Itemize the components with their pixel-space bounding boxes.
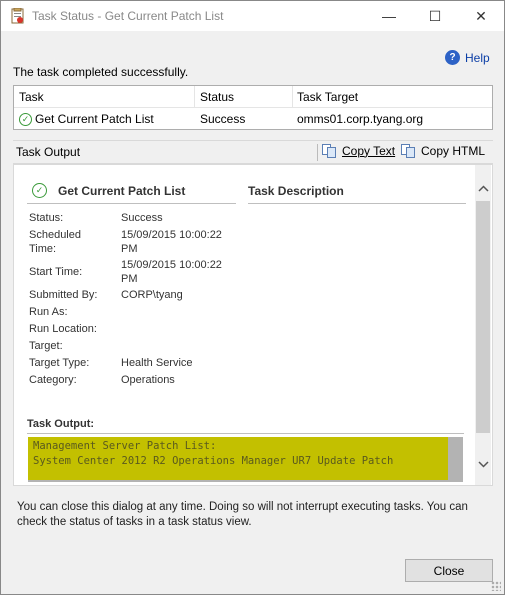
property-value: CORP\tyang [121,289,183,301]
task-description-title: Task Description [248,184,344,198]
property-value: Health Service [121,357,193,369]
help-link[interactable]: ? Help [445,50,490,65]
vertical-scrollbar[interactable] [475,165,491,485]
divider [27,203,236,204]
property-value: 15/09/2015 10:00:22 PM [121,229,222,255]
property-value: Success [121,212,163,224]
divider [27,433,464,434]
column-divider [292,86,293,108]
scroll-down-icon[interactable] [475,455,491,473]
task-details-title: Get Current Patch List [58,184,186,198]
close-button[interactable]: Close [405,559,493,582]
status-message: The task completed successfully. [13,65,189,79]
target-cell: omms01.corp.tyang.org [297,112,424,126]
maximize-button[interactable]: ☐ [413,1,457,31]
output-line: System Center 2012 R2 Operations Manager… [33,455,394,467]
column-header-status[interactable]: Status [200,90,234,104]
resize-grip-icon[interactable] [491,581,501,591]
scroll-up-icon[interactable] [475,179,491,197]
property-label: Start Time: [29,266,83,278]
property-label: Scheduled Time: [29,229,81,255]
app-icon [10,7,26,24]
task-output-toolbar: Task Output Copy Text Copy HTML [13,140,493,164]
title-bar: Task Status - Get Current Patch List — ☐… [1,1,504,31]
help-icon: ? [445,50,460,65]
copy-icon [322,144,337,158]
footer-message: You can close this dialog at any time. D… [17,501,468,528]
property-label: Run Location: [29,323,97,335]
task-output-section-title: Task Output: [27,418,95,430]
output-line: Management Server Patch List: [33,440,217,452]
property-value: 15/09/2015 10:00:22 PM [121,259,222,285]
toolbar-separator [317,144,318,161]
help-label: Help [465,50,490,65]
copy-html-label: Copy HTML [421,144,486,158]
minimize-button[interactable]: — [367,1,411,31]
task-list-header: Task Status Task Target [14,86,492,108]
copy-text-label: Copy Text [342,144,396,158]
copy-icon [401,144,416,158]
property-label: Submitted By: [29,289,98,301]
column-divider [194,86,195,108]
column-header-task[interactable]: Task [19,90,44,104]
task-output-label: Task Output [16,145,81,159]
task-name-cell: Get Current Patch List [35,112,154,126]
task-details-pane: ✓ Get Current Patch List Task Descriptio… [13,164,493,486]
copy-html-button[interactable]: Copy HTML [401,144,485,158]
property-label: Target: [29,340,63,352]
close-window-button[interactable]: ✕ [459,1,503,31]
divider [248,203,466,204]
task-output-text[interactable]: Management Server Patch List: System Cen… [28,437,463,482]
property-label: Run As: [29,306,68,318]
task-status-window: Task Status - Get Current Patch List — ☐… [0,0,505,595]
copy-text-button[interactable]: Copy Text [322,144,395,158]
success-check-icon: ✓ [19,112,32,126]
task-list: Task Status Task Target ✓ Get Current Pa… [13,85,493,130]
property-value: Operations [121,374,175,386]
property-label: Target Type: [29,357,90,369]
window-title: Task Status - Get Current Patch List [32,9,224,23]
property-label: Category: [29,374,77,386]
success-check-icon: ✓ [32,183,47,198]
scroll-thumb[interactable] [476,201,490,433]
status-cell: Success [200,112,246,126]
property-label: Status: [29,212,64,224]
column-header-task-target[interactable]: Task Target [297,90,358,104]
table-row[interactable]: ✓ Get Current Patch List Success omms01.… [14,109,492,129]
